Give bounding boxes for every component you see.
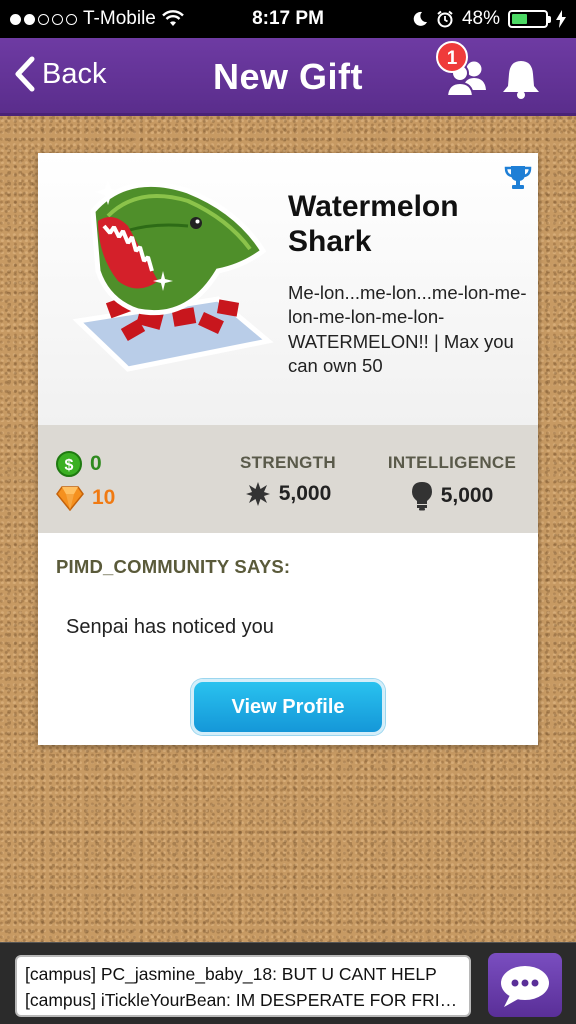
strength-stat: STRENGTH 5,000: [226, 453, 350, 507]
svg-text:$: $: [65, 457, 74, 474]
lightbulb-icon: [411, 482, 432, 511]
gift-header: Watermelon Shark Me-lon...me-lon...me-lo…: [38, 153, 538, 425]
chat-bubble-icon: [501, 966, 549, 1007]
friends-notification-badge: 1: [436, 41, 468, 73]
watermelon-shark-image: [72, 179, 274, 372]
chat-bar: [campus] PC_jasmine_baby_18: BUT U CANT …: [0, 942, 576, 1024]
battery-icon: [508, 10, 551, 28]
intelligence-stat: INTELLIGENCE 5,000: [384, 453, 520, 511]
status-bar: T-Mobile 8:17 PM 48%: [0, 0, 576, 38]
gem-icon: [56, 486, 84, 511]
chat-button[interactable]: [488, 953, 562, 1017]
back-button[interactable]: Back: [14, 56, 106, 92]
back-label: Back: [42, 57, 107, 90]
coins-value: 0: [90, 452, 102, 475]
gift-card: Watermelon Shark Me-lon...me-lon...me-lo…: [38, 153, 538, 745]
strength-value-row: 5,000: [226, 481, 350, 507]
intelligence-value: 5,000: [440, 484, 494, 507]
chevron-left-icon: [15, 56, 35, 92]
gem-cost: 10: [56, 485, 115, 511]
alarm-icon: [437, 10, 453, 28]
nav-bar: Back New Gift 1: [0, 38, 576, 116]
gift-message: Senpai has noticed you: [66, 616, 274, 638]
moon-icon: [413, 11, 427, 26]
intelligence-value-row: 5,000: [384, 481, 520, 511]
trophy-icon: [504, 166, 532, 189]
sender-says-label: PIMD_COMMUNITY SAYS:: [56, 556, 291, 577]
battery-percent: 48%: [461, 8, 500, 29]
gems-value: 10: [92, 486, 116, 509]
charging-icon: [556, 10, 566, 28]
chat-line: [campus] iTickleYourBean: IM DESPERATE F…: [25, 990, 461, 1010]
coin-cost: $ 0: [56, 451, 102, 477]
bell-icon[interactable]: [498, 56, 544, 102]
coin-icon: $: [56, 451, 82, 477]
gift-description: Me-lon...me-lon...me-lon-me-lon-me-lon-m…: [288, 282, 527, 377]
gift-stats: $ 0 10 STRENGTH 5,000 INTELLIGENCE 5,000: [38, 425, 538, 533]
intelligence-label: INTELLIGENCE: [387, 453, 517, 472]
chat-line: [campus] PC_jasmine_baby_18: BUT U CANT …: [25, 964, 437, 984]
chat-ticker[interactable]: [campus] PC_jasmine_baby_18: BUT U CANT …: [15, 955, 471, 1017]
view-profile-button[interactable]: View Profile: [191, 679, 385, 735]
gift-name: Watermelon Shark: [288, 190, 459, 259]
strength-icon: [245, 482, 270, 506]
strength-value: 5,000: [278, 482, 332, 505]
status-right: 48%: [412, 8, 566, 30]
strength-label: STRENGTH: [240, 453, 336, 472]
